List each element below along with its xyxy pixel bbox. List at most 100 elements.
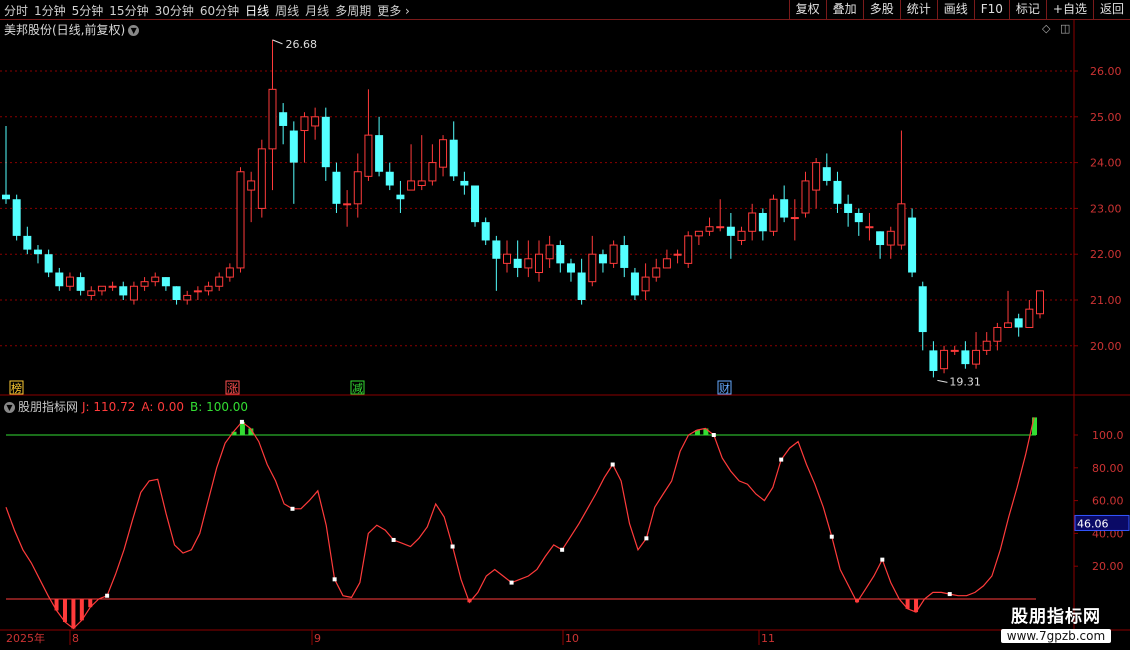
candle	[236, 167, 245, 273]
candle	[257, 139, 266, 218]
candle-body	[55, 272, 64, 287]
candle	[886, 226, 895, 259]
candle-body	[257, 148, 266, 209]
candle	[396, 180, 405, 213]
candle	[620, 235, 629, 278]
candle	[673, 249, 682, 264]
candle-body	[471, 185, 480, 223]
candle	[524, 240, 533, 278]
candle	[993, 322, 1002, 351]
x-axis-label: 10	[565, 632, 579, 645]
candle-body	[780, 199, 789, 218]
price-tick-label: 22.00	[1090, 248, 1122, 261]
event-marker: 财	[717, 380, 732, 395]
candle-body	[396, 194, 405, 200]
candle	[918, 281, 927, 351]
candle	[503, 240, 512, 273]
candle-body	[865, 226, 874, 229]
candle-body	[151, 276, 160, 283]
price-tick-label: 20.00	[1090, 340, 1122, 353]
j-marker	[779, 457, 784, 462]
x-axis-label: 2025年	[6, 631, 45, 645]
grid-layer	[0, 20, 1130, 631]
candle-body	[652, 267, 661, 278]
candle-body	[801, 180, 810, 214]
candle	[300, 112, 309, 163]
candle-body	[161, 277, 170, 287]
candle	[961, 341, 970, 369]
j-marker	[880, 557, 885, 562]
candle	[65, 272, 74, 291]
candle	[630, 267, 639, 300]
candle-body	[76, 277, 85, 291]
candle-body	[972, 349, 981, 365]
oversold-bar	[62, 599, 67, 622]
candle-body	[684, 235, 693, 264]
candle-body	[940, 349, 949, 370]
j-marker	[711, 433, 716, 437]
event-marker-label: 榜	[11, 381, 22, 395]
candle	[460, 171, 469, 195]
x-axis-label: 8	[72, 632, 79, 645]
indicator-tick-label: 80.00	[1092, 462, 1124, 475]
candle	[55, 267, 64, 291]
candle-body	[375, 135, 384, 172]
axis-layer: 26.00 25.00 24.00 23.00 22.00 21.00 20.00 100.0…	[6, 65, 1130, 645]
candle	[471, 185, 480, 227]
candle	[151, 272, 160, 287]
candle-body	[247, 180, 256, 191]
candle	[76, 272, 85, 296]
candle	[566, 258, 575, 282]
candle-body	[822, 167, 831, 181]
candle-body	[854, 212, 863, 223]
candle-body	[289, 130, 298, 163]
candle-body	[407, 180, 416, 191]
x-axis-label: 11	[761, 632, 775, 645]
candle-body	[598, 254, 607, 264]
candle-body	[737, 230, 746, 241]
candle	[407, 144, 416, 191]
x-axis-label: 9	[314, 632, 321, 645]
candle	[897, 130, 906, 250]
event-marker-label: 财	[719, 381, 730, 395]
indicator-tick-label: 100.0	[1092, 429, 1124, 442]
candle	[652, 258, 661, 282]
candle	[343, 190, 352, 227]
candle	[780, 185, 789, 223]
candle-body	[556, 245, 565, 264]
candle	[609, 240, 618, 268]
candle-body	[108, 285, 117, 288]
candle	[33, 245, 42, 264]
candle	[1014, 313, 1023, 337]
event-marker-layer: 26.68 19.31 榜 涨 减 财	[9, 38, 981, 395]
high-label: 26.68	[285, 38, 317, 51]
candle	[311, 107, 320, 140]
overbought-bar	[1032, 417, 1037, 435]
low-pointer	[937, 379, 948, 383]
price-tick-label: 25.00	[1090, 111, 1122, 124]
candle-body	[236, 171, 245, 269]
candle	[225, 263, 234, 282]
candle-body	[566, 263, 575, 273]
candle	[183, 290, 192, 305]
candle	[737, 226, 746, 246]
candle-body	[33, 249, 42, 255]
candle-body	[279, 112, 288, 126]
candle	[588, 235, 597, 287]
candle-body	[332, 171, 341, 204]
j-marker	[644, 536, 649, 541]
candle	[215, 272, 224, 291]
candle-body	[449, 139, 458, 177]
candle-body	[908, 217, 917, 273]
candle-body	[705, 226, 714, 232]
candle	[758, 208, 767, 241]
candle-body	[1014, 318, 1023, 328]
candle-body	[343, 203, 352, 206]
candle-body	[65, 276, 74, 287]
candle	[2, 125, 10, 204]
candle-body	[673, 253, 682, 256]
candle	[375, 116, 384, 177]
candle-body	[918, 286, 927, 333]
j-marker	[829, 534, 834, 539]
chart-canvas[interactable]: 26.00 25.00 24.00 23.00 22.00 21.00 20.00 100.0…	[0, 0, 1130, 650]
